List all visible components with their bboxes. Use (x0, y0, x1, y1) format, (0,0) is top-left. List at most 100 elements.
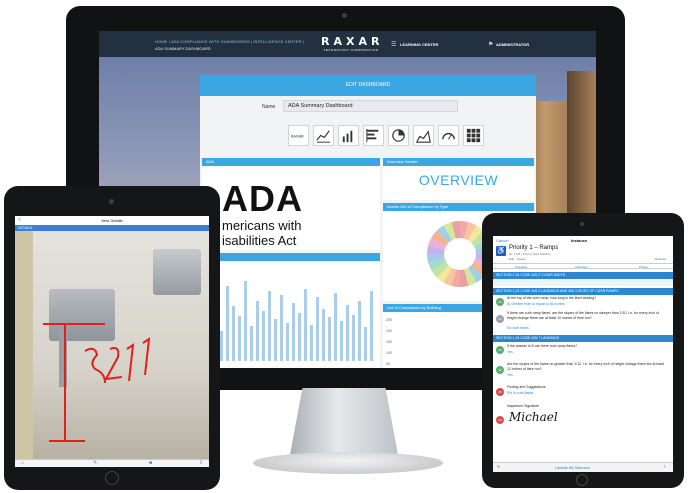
share-icon[interactable]: ⇪ (199, 460, 203, 466)
monitor-stand (289, 388, 399, 458)
share-icon[interactable]: ⇪ (663, 464, 666, 469)
left-tablet: Item Details < DETAILS ⌂ ✎ ■ ⇪ (4, 186, 220, 490)
tablet-screen: Cancel Instance ♿ Priority 1 – Ramps ID:… (493, 236, 673, 472)
ding-bar-chart (208, 281, 373, 361)
bar (286, 323, 289, 361)
dashboard-name-input[interactable]: ADA Summary Dashboard (283, 100, 458, 112)
answer-text[interactable]: Put in curb flares (507, 391, 533, 395)
top-navigation-bar: HOME | ADA COMPLIANCE WITH DASHBOARDS | … (99, 31, 596, 57)
instance-title: Instance (571, 238, 588, 243)
pie-chart-icon[interactable] (388, 125, 409, 146)
back-button[interactable]: < (18, 217, 21, 223)
camera-dot (580, 222, 584, 226)
nav-learning-center[interactable]: LEARNING CENTER (400, 42, 438, 47)
answer-text[interactable]: Yes (507, 373, 513, 377)
inspection-photo (15, 231, 209, 459)
overview-card: Overview Header OVERVIEW (383, 158, 534, 200)
edit-link[interactable]: Edit (509, 257, 514, 261)
signature: Michael (509, 410, 558, 424)
bar (340, 321, 343, 361)
camera-icon[interactable]: ■ (149, 460, 152, 466)
y-tick: 150 (386, 340, 392, 344)
breadcrumb[interactable]: HOME | ADA COMPLIANCE WITH DASHBOARDS | … (155, 39, 304, 44)
section-spacer (493, 279, 673, 286)
home-button[interactable] (576, 474, 588, 486)
flag-icon: ⚑ (488, 42, 494, 48)
y-tick: 100 (386, 351, 392, 355)
edit-icon[interactable]: ✎ (93, 460, 97, 466)
score-badge: 20 (496, 298, 504, 306)
area-chart-icon[interactable] (413, 125, 434, 146)
y-tick: 200 (386, 329, 392, 333)
tablet-screen: Item Details < DETAILS ⌂ ✎ ■ ⇪ (15, 216, 209, 467)
horizontal-bar-icon[interactable] (363, 125, 384, 146)
ada-logo-text: ADA (222, 178, 303, 219)
score-badge: 20 (496, 346, 504, 354)
monitor-base (253, 452, 443, 474)
raxar-logo: RAXAR TECHNOLOGY CORPORATION (321, 35, 381, 52)
gauge-icon[interactable] (438, 125, 459, 146)
question-text: Inspectors Signature (507, 404, 540, 408)
bar (232, 306, 235, 361)
overview-title: OVERVIEW (418, 172, 499, 188)
answer-text[interactable]: No curb flares (507, 326, 529, 330)
right-tablet: Cancel Instance ♿ Priority 1 – Ramps ID:… (482, 213, 684, 488)
bar (358, 301, 361, 361)
bar (328, 317, 331, 361)
tab-attributes[interactable]: Attributes (575, 265, 588, 269)
nav-administrator[interactable]: ADMINISTRATOR (496, 42, 529, 47)
tab-photos[interactable]: Photos (639, 265, 648, 269)
logo-subtext: TECHNOLOGY CORPORATION (323, 48, 379, 52)
bar (334, 293, 337, 361)
answer-text[interactable]: A) Greater than or equal to 36 inches (507, 302, 565, 306)
bar (274, 319, 277, 361)
delete-link[interactable]: Delete (517, 257, 526, 261)
score-badge: 20 (496, 315, 504, 323)
bar (256, 301, 259, 361)
measurement-markup (43, 323, 151, 442)
home-button[interactable] (105, 471, 119, 485)
section-header: SECTION 1.24 CODE 405.7 LANDINGS (493, 335, 673, 342)
grid-icon[interactable] (463, 125, 484, 146)
score-badge: 20 (496, 366, 504, 374)
bar (346, 305, 349, 361)
tab-bar: Checklist Attributes Photos (493, 263, 673, 269)
bar (250, 326, 253, 361)
bar (364, 327, 367, 361)
logo-text: RAXAR (321, 35, 384, 48)
question-text: If there are curb ramp flares, are the s… (507, 311, 659, 320)
refresh-icon[interactable]: ↻ (497, 464, 500, 469)
y-tick: 250 (386, 318, 392, 322)
update-all-button[interactable]: Update All Statuses (555, 465, 590, 470)
bar (262, 311, 265, 361)
score-badge: 20 (496, 388, 504, 396)
overview-card-header: Overview Header (383, 158, 534, 166)
ding-card-header: ding (202, 253, 380, 261)
learning-icon: ☰ (391, 42, 397, 48)
raxar-logo-icon[interactable]: RAXAR (288, 125, 309, 146)
instance-meta: ID: 1745 | Priority Park Building (509, 252, 551, 256)
bar (298, 313, 301, 361)
assets-card-header: Assets Out of Compliance by Type (383, 203, 534, 211)
ada-line-2: isabilities Act (222, 233, 297, 248)
ding-card: ding (202, 253, 380, 368)
tablet-footer: ↻ Update All Statuses ⇪ (493, 462, 673, 472)
home-icon[interactable]: ⌂ (21, 460, 24, 466)
bar (226, 286, 229, 361)
ada-card-header: ADA (202, 158, 380, 166)
bar (310, 325, 313, 361)
accessibility-icon: ♿ (496, 246, 506, 256)
cancel-button[interactable]: Cancel (496, 238, 508, 243)
bar-chart-icon[interactable] (338, 125, 359, 146)
score-badge: 20 (496, 416, 504, 424)
priority-title: Priority 1 – Ramps (509, 245, 559, 251)
question-text: At the top of the curb ramp, how long is… (507, 296, 597, 300)
answer-text[interactable]: Yes (507, 350, 513, 354)
bar (220, 331, 223, 361)
bar (352, 315, 355, 361)
bar (268, 291, 271, 361)
release-link[interactable]: Release (655, 257, 666, 261)
tab-checklist[interactable]: Checklist (515, 265, 527, 269)
ada-card: ADA ADA mericans with isabilities Act (202, 158, 380, 250)
line-chart-icon[interactable] (313, 125, 334, 146)
